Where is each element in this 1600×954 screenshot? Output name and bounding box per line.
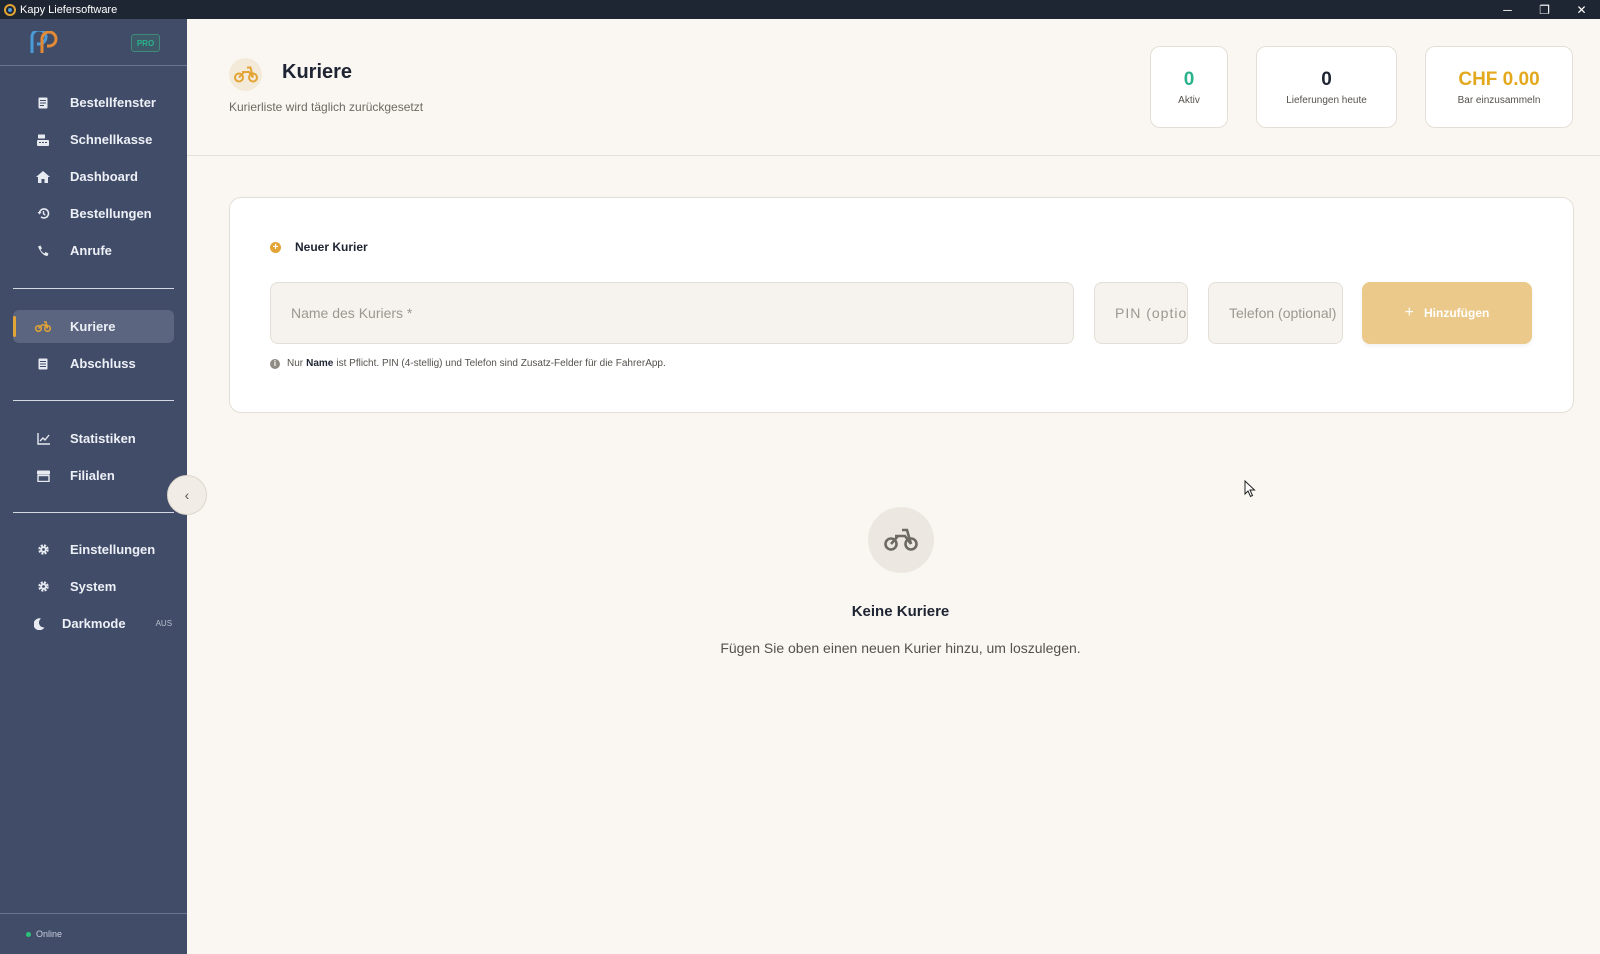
- sidebar-item-label: Bestellfenster: [70, 95, 156, 110]
- phone-input[interactable]: [1208, 282, 1343, 344]
- moon-icon: [31, 616, 47, 632]
- plus-circle-icon: +: [270, 241, 281, 253]
- gear-icon: [35, 579, 51, 595]
- sidebar-item-label: System: [70, 579, 117, 594]
- sidebar-item-anrufe[interactable]: Anrufe: [13, 234, 174, 267]
- form-hint: i Nur Name ist Pflicht. PIN (4-stellig) …: [270, 358, 666, 369]
- add-button-label: Hinzufügen: [1424, 306, 1490, 320]
- chart-line-icon: [35, 431, 51, 447]
- stat-card-aktiv: 0 Aktiv: [1150, 46, 1228, 128]
- sidebar-item-filialen[interactable]: Filialen: [13, 459, 174, 492]
- store-icon: [35, 468, 51, 484]
- sidebar-item-abschluss[interactable]: Abschluss: [13, 347, 174, 380]
- minimize-button[interactable]: ─: [1489, 0, 1526, 19]
- sidebar-item-label: Anrufe: [70, 243, 112, 258]
- sidebar-item-bestellungen[interactable]: Bestellungen: [13, 197, 174, 230]
- sidebar-item-label: Kuriere: [70, 319, 116, 334]
- hint-prefix: Nur: [287, 358, 304, 369]
- sidebar-item-einstellungen[interactable]: Einstellungen: [13, 533, 174, 566]
- sidebar-item-label: Statistiken: [70, 431, 136, 446]
- home-icon: [35, 169, 51, 185]
- receipt-icon: [35, 95, 51, 111]
- motorcycle-icon: [35, 319, 51, 335]
- sidebar-divider: [13, 288, 174, 289]
- connection-status: Online: [0, 913, 187, 954]
- sidebar-divider: [13, 400, 174, 401]
- stat-value: CHF 0.00: [1458, 69, 1540, 90]
- chevron-left-icon: ‹: [184, 487, 190, 503]
- stat-card-bar: CHF 0.00 Bar einzusammeln: [1425, 46, 1573, 128]
- plus-icon: +: [1404, 304, 1414, 321]
- darkmode-toggle[interactable]: Darkmode AUS: [13, 607, 174, 640]
- history-icon: [35, 206, 51, 222]
- app-logo-icon: [4, 3, 16, 16]
- sidebar: PRO Bestellfenster Schnellkasse Dashboar…: [0, 19, 187, 954]
- page-subtitle: Kurierliste wird täglich zurückgesetzt: [229, 100, 424, 114]
- close-button[interactable]: ✕: [1563, 0, 1600, 19]
- hint-suffix: ist Pflicht. PIN (4-stellig) und Telefon…: [336, 358, 666, 369]
- pin-input[interactable]: [1094, 282, 1188, 344]
- sidebar-item-schnellkasse[interactable]: Schnellkasse: [13, 123, 174, 156]
- motorcycle-icon: [229, 58, 262, 91]
- hint-bold: Name: [306, 358, 334, 369]
- stat-value: 0: [1183, 69, 1195, 90]
- sidebar-item-label: Dashboard: [70, 169, 138, 184]
- stat-label: Lieferungen heute: [1286, 95, 1367, 106]
- darkmode-label: Darkmode: [62, 616, 126, 631]
- card-header: + Neuer Kurier: [270, 240, 368, 254]
- darkmode-state: AUS: [155, 619, 173, 628]
- stat-label: Bar einzusammeln: [1457, 95, 1541, 106]
- brand-logo-icon[interactable]: [28, 31, 60, 57]
- restore-button[interactable]: ❐: [1526, 0, 1563, 19]
- empty-state-motorcycle-icon: [868, 507, 934, 573]
- cash-register-icon: [35, 132, 51, 148]
- sidebar-divider: [13, 512, 174, 513]
- empty-state-subtitle: Fügen Sie oben einen neuen Kurier hinzu,…: [720, 640, 1081, 656]
- new-courier-card: + Neuer Kurier + Hinzufügen i Nur Name i…: [229, 197, 1574, 413]
- sidebar-item-label: Einstellungen: [70, 542, 156, 557]
- add-courier-button[interactable]: + Hinzufügen: [1362, 282, 1532, 344]
- phone-icon: [35, 243, 51, 259]
- status-text: Online: [36, 929, 63, 939]
- courier-name-input[interactable]: [270, 282, 1074, 344]
- stat-value: 0: [1321, 69, 1332, 90]
- sidebar-item-label: Abschluss: [70, 356, 136, 371]
- page-header: Kuriere Kurierliste wird täglich zurückg…: [187, 19, 1600, 156]
- sidebar-collapse-button[interactable]: ‹: [167, 475, 207, 515]
- sidebar-item-label: Schnellkasse: [70, 132, 153, 147]
- gear-icon: [35, 542, 51, 558]
- info-icon: i: [270, 358, 280, 369]
- sidebar-item-label: Filialen: [70, 468, 115, 483]
- sidebar-item-system[interactable]: System: [13, 570, 174, 603]
- sidebar-item-dashboard[interactable]: Dashboard: [13, 160, 174, 193]
- sidebar-item-statistiken[interactable]: Statistiken: [13, 422, 174, 455]
- status-dot: [26, 931, 31, 937]
- sidebar-header: PRO: [0, 19, 187, 66]
- sidebar-item-label: Bestellungen: [70, 206, 152, 221]
- empty-state-title: Keine Kuriere: [851, 603, 950, 620]
- sidebar-item-kuriere[interactable]: Kuriere: [13, 310, 174, 343]
- title-bar: Kapy Liefersoftware ─ ❐ ✕: [0, 0, 1600, 19]
- card-title: Neuer Kurier: [295, 240, 368, 254]
- page-title: Kuriere: [282, 61, 353, 83]
- stat-label: Aktiv: [1178, 95, 1200, 106]
- window-title: Kapy Liefersoftware: [20, 3, 118, 16]
- pro-badge: PRO: [131, 34, 160, 52]
- mouse-cursor-icon: [1244, 480, 1256, 498]
- stat-card-lieferungen: 0 Lieferungen heute: [1256, 46, 1397, 128]
- sidebar-item-bestellfenster[interactable]: Bestellfenster: [13, 86, 174, 119]
- document-icon: [35, 356, 51, 372]
